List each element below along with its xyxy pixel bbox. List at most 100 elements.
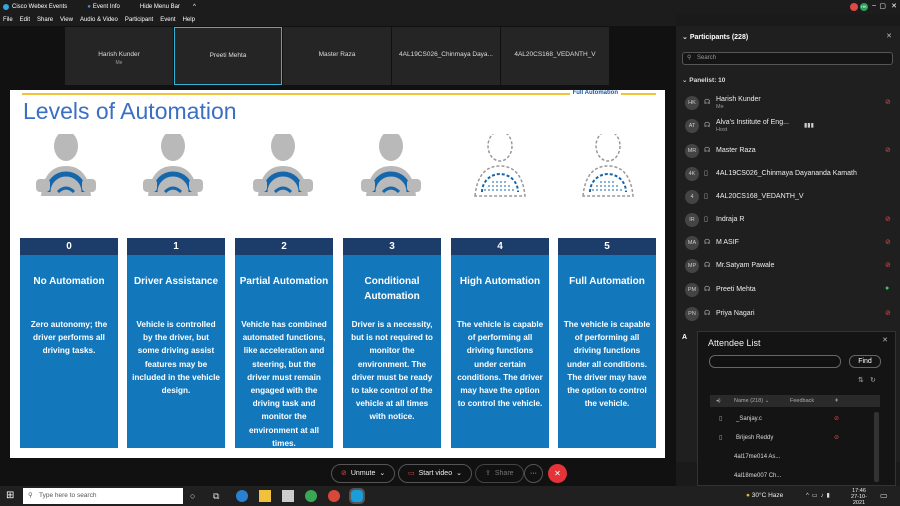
mic-muted-icon[interactable]: ⊘ [885, 238, 891, 246]
weather-widget[interactable]: ● 30°C Haze [746, 492, 783, 499]
start-video-button[interactable]: ▭ Start video ⌄ [398, 464, 472, 483]
menu-participant[interactable]: Participant [125, 17, 153, 23]
participant-row[interactable]: AT ☊ Alva's Institute of Eng... Host ▮▮▮ [676, 115, 900, 138]
close-dialog-icon[interactable]: ✕ [882, 336, 888, 344]
participant-name: Indraja R [716, 216, 745, 223]
hide-menu-bar-button[interactable]: Hide Menu Bar ^ [140, 4, 206, 10]
unmute-button[interactable]: ⊘ Unmute ⌄ [331, 464, 396, 483]
start-video-label: Start video [418, 470, 453, 477]
mic-muted-icon[interactable]: ⊘ [885, 261, 891, 269]
participant-row[interactable]: MA ☊ M ASIF ⊘ [676, 232, 900, 255]
end-call-button[interactable]: ✕ [548, 464, 567, 483]
video-tile-preeti-mehta[interactable]: Preeti Mehta [174, 27, 282, 85]
participant-row[interactable]: MP ☊ Mr.Satyam Pawale ⊘ [676, 255, 900, 278]
attendee-row[interactable]: 4al17me014 As... [710, 450, 870, 467]
more-options-button[interactable]: ··· [524, 464, 543, 483]
close-window-icon[interactable]: ✕ [891, 2, 897, 10]
participant-row[interactable]: MR ☊ Master Raza ⊘ [676, 140, 900, 163]
participants-header[interactable]: ⌄ Participants (228) [682, 33, 748, 41]
attendee-search-input[interactable] [709, 355, 841, 368]
close-panel-icon[interactable]: ✕ [886, 32, 892, 40]
menu-help[interactable]: Help [183, 17, 195, 23]
taskbar-search-input[interactable]: ⚲ Type here to search [23, 488, 183, 504]
attendee-row[interactable]: ▯ Brijesh Reddy ⊘ [710, 431, 870, 448]
level-title: Conditional Automation [364, 276, 420, 302]
slide-banner: Full Automation [569, 90, 621, 96]
headset-icon: ☊ [704, 147, 711, 154]
attendee-row[interactable]: 4al18me007 Ch... [710, 469, 870, 486]
participant-row[interactable]: HK ☊ Harish Kunder Me ⊘ [676, 92, 900, 115]
participant-row[interactable]: IR ▯ Indraja R ⊘ [676, 209, 900, 232]
menu-event[interactable]: Event [160, 17, 175, 23]
event-info-button[interactable]: ● Event Info [87, 4, 130, 10]
attendee-table-header: ◂) Name (218) ⌄ Feedback ǂ [710, 395, 880, 407]
share-button[interactable]: ⇪ Share [475, 464, 524, 483]
participant-name: Priya Nagari [716, 310, 755, 317]
col-name[interactable]: Name (218) ⌄ [734, 395, 769, 407]
panelist-section[interactable]: ⌄ Panelist: 10 [682, 76, 725, 84]
participant-row[interactable]: PN ☊ Priya Nagari ⊘ [676, 303, 900, 326]
recording-icon[interactable] [850, 3, 858, 11]
mic-muted-icon[interactable]: ⊘ [834, 415, 839, 422]
participant-name: Preeti Mehta [716, 286, 756, 293]
level-description: Driver is a necessity, but is not requir… [351, 320, 433, 422]
mic-muted-icon[interactable]: ⊘ [885, 309, 891, 317]
chrome-icon[interactable] [305, 490, 317, 502]
sun-icon: ● [746, 492, 750, 499]
mic-muted-icon[interactable]: ⊘ [834, 434, 839, 441]
attendee-list-title: Attendee List [708, 338, 761, 348]
attendee-section-collapsed[interactable]: A [682, 334, 687, 341]
task-view-icon[interactable]: ⧉ [213, 490, 225, 502]
system-tray-icons[interactable]: ^▭♪▮ [806, 492, 833, 499]
app-name: Cisco Webex Events [12, 4, 68, 10]
video-tile-master-raza[interactable]: Master Raza [283, 27, 391, 85]
menu-share[interactable]: Share [37, 17, 53, 23]
avatar: MR [685, 144, 699, 158]
clock[interactable]: 17:46 27-10-2021 [846, 488, 872, 506]
mic-muted-icon[interactable]: ⊘ [885, 215, 891, 223]
video-tile-chinmaya[interactable]: 4AL19CS026_Chinmaya Daya... [392, 27, 500, 85]
level-description: Vehicle has combined automated functions… [241, 320, 327, 448]
mic-muted-icon[interactable]: ⊘ [885, 146, 891, 154]
attendee-row[interactable]: ▯ _Sanjay.c ⊘ [710, 412, 870, 429]
avatar: HK [685, 96, 699, 110]
menu-edit[interactable]: Edit [20, 17, 30, 23]
windows-start-icon[interactable]: ⊞ [6, 490, 18, 502]
file-explorer-icon[interactable] [259, 490, 271, 502]
user-avatar[interactable]: HK [860, 3, 868, 11]
refresh-icon[interactable]: ↻ [870, 376, 876, 384]
menu-view[interactable]: View [60, 17, 73, 23]
attendee-name: _Sanjay.c [736, 416, 762, 422]
maximize-icon[interactable]: ▢ [879, 2, 886, 10]
webex-taskbar-icon[interactable] [349, 488, 365, 504]
col-feedback[interactable]: Feedback [790, 395, 814, 407]
sort-icon[interactable]: ⇅ [858, 376, 864, 384]
participant-row[interactable]: PM ☊ Preeti Mehta ● [676, 279, 900, 302]
headset-icon: ☊ [704, 122, 711, 129]
participant-name: Master Raza [716, 147, 756, 154]
video-tile-vedanth[interactable]: 4AL20CS168_VEDANTH_V [501, 27, 609, 85]
level-column-0: 0 No Automation Zero autonomy; the drive… [20, 238, 118, 448]
menu-audio-video[interactable]: Audio & Video [80, 17, 118, 23]
mic-muted-icon[interactable]: ⊘ [885, 98, 891, 106]
tile-name: Harish Kunder [98, 51, 140, 58]
level-title: Full Automation [569, 276, 645, 287]
level-number: 0 [20, 238, 118, 255]
mic-active-icon[interactable]: ● [885, 285, 889, 292]
cortana-icon[interactable]: ○ [190, 490, 202, 502]
minimize-icon[interactable]: – [872, 2, 876, 9]
participant-row[interactable]: 4K ▯ 4AL19CS026_Chinmaya Dayananda Kamath [676, 163, 900, 186]
find-button[interactable]: Find [849, 355, 881, 368]
participant-row[interactable]: 4 ▯ 4AL20CS168_VEDANTH_V [676, 186, 900, 209]
notifications-icon[interactable]: ▭ [880, 491, 888, 500]
headset-icon: ☊ [704, 99, 711, 106]
store-icon[interactable] [282, 490, 294, 502]
slide-title: Levels of Automation [23, 98, 237, 124]
chrome-profile-icon[interactable] [328, 490, 340, 502]
edge-icon[interactable] [236, 490, 248, 502]
attendee-scrollbar[interactable] [874, 412, 879, 482]
video-tile-harish-kunder[interactable]: Harish Kunder Me [65, 27, 173, 85]
menu-file[interactable]: File [3, 17, 13, 23]
participant-search-input[interactable]: ⚲ Search [682, 52, 893, 65]
level-title: Driver Assistance [133, 276, 219, 287]
